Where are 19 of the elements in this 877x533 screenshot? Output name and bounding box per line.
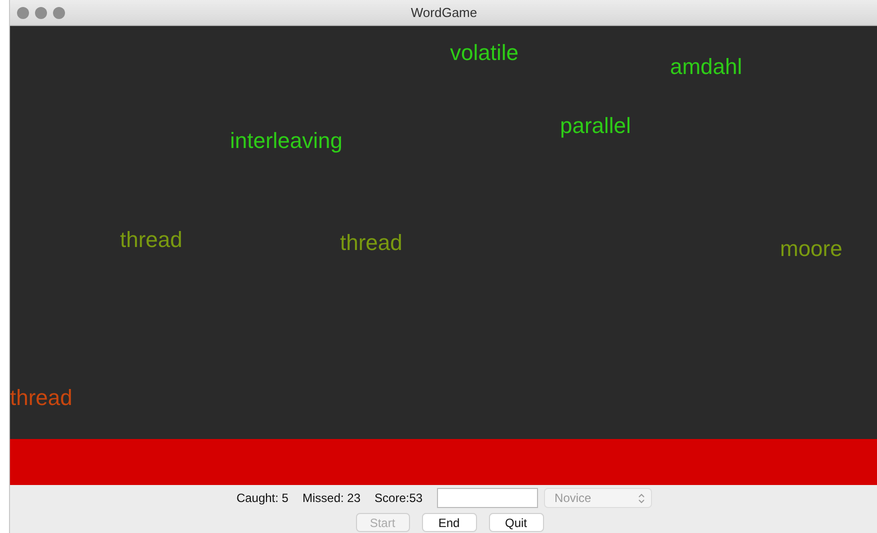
game-button[interactable]: End bbox=[422, 513, 476, 532]
falling-word: volatile bbox=[450, 40, 518, 66]
score-label: Missed: 23 bbox=[302, 491, 361, 505]
falling-word: interleaving bbox=[230, 128, 343, 154]
close-button[interactable] bbox=[17, 6, 29, 18]
window-title: WordGame bbox=[410, 5, 478, 20]
falling-word: thread bbox=[10, 385, 72, 411]
falling-word: moore bbox=[780, 236, 842, 262]
zoom-button[interactable] bbox=[53, 6, 65, 18]
falling-word: thread bbox=[120, 227, 182, 253]
minimize-button[interactable] bbox=[35, 6, 47, 18]
score-label: Score:53 bbox=[374, 491, 423, 505]
falling-word: parallel bbox=[560, 113, 631, 139]
score-label: Caught: 5 bbox=[236, 491, 288, 505]
chevron-icon bbox=[638, 492, 645, 504]
input-field[interactable] bbox=[436, 488, 538, 508]
falling-word: thread bbox=[340, 230, 402, 256]
falling-word: amdahl bbox=[670, 54, 742, 80]
game-button[interactable]: Quit bbox=[488, 513, 544, 532]
